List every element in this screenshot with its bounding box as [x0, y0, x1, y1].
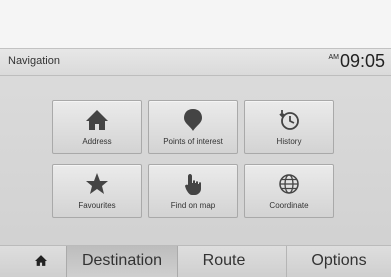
home-icon	[53, 108, 141, 132]
navigation-screen: Navigation AM09:05 Address Points of int…	[0, 48, 391, 277]
page-title: Navigation	[8, 55, 60, 67]
tab-destination[interactable]: Destination	[66, 246, 178, 277]
bottom-tab-bar: Destination Route Options	[0, 245, 391, 277]
history-button[interactable]: History	[244, 100, 334, 154]
star-icon	[53, 172, 141, 196]
clock-ampm: AM	[328, 54, 339, 61]
coordinate-button[interactable]: Coordinate	[244, 164, 334, 218]
clock: AM09:05	[328, 51, 385, 72]
tab-home[interactable]	[20, 246, 62, 277]
find-on-map-button[interactable]: Find on map	[148, 164, 238, 218]
destination-menu-grid: Address Points of interest History Favou…	[52, 100, 334, 220]
globe-icon	[245, 172, 333, 196]
home-icon	[35, 255, 47, 266]
map-pin-icon	[149, 108, 237, 132]
header-bar: Navigation AM09:05	[0, 48, 391, 76]
coordinate-label: Coordinate	[269, 201, 309, 210]
favourites-label: Favourites	[78, 201, 116, 210]
tab-options[interactable]: Options	[286, 246, 391, 277]
clock-time: 09:05	[339, 51, 385, 71]
address-button[interactable]: Address	[52, 100, 142, 154]
history-label: History	[276, 137, 302, 146]
pointer-hand-icon	[149, 172, 237, 196]
favourites-button[interactable]: Favourites	[52, 164, 142, 218]
points-of-interest-label: Points of interest	[163, 137, 223, 146]
points-of-interest-button[interactable]: Points of interest	[148, 100, 238, 154]
tab-route[interactable]: Route	[178, 246, 270, 277]
history-icon	[245, 108, 333, 132]
blank-top-area	[0, 0, 391, 48]
find-on-map-label: Find on map	[170, 201, 216, 210]
address-label: Address	[82, 137, 112, 146]
